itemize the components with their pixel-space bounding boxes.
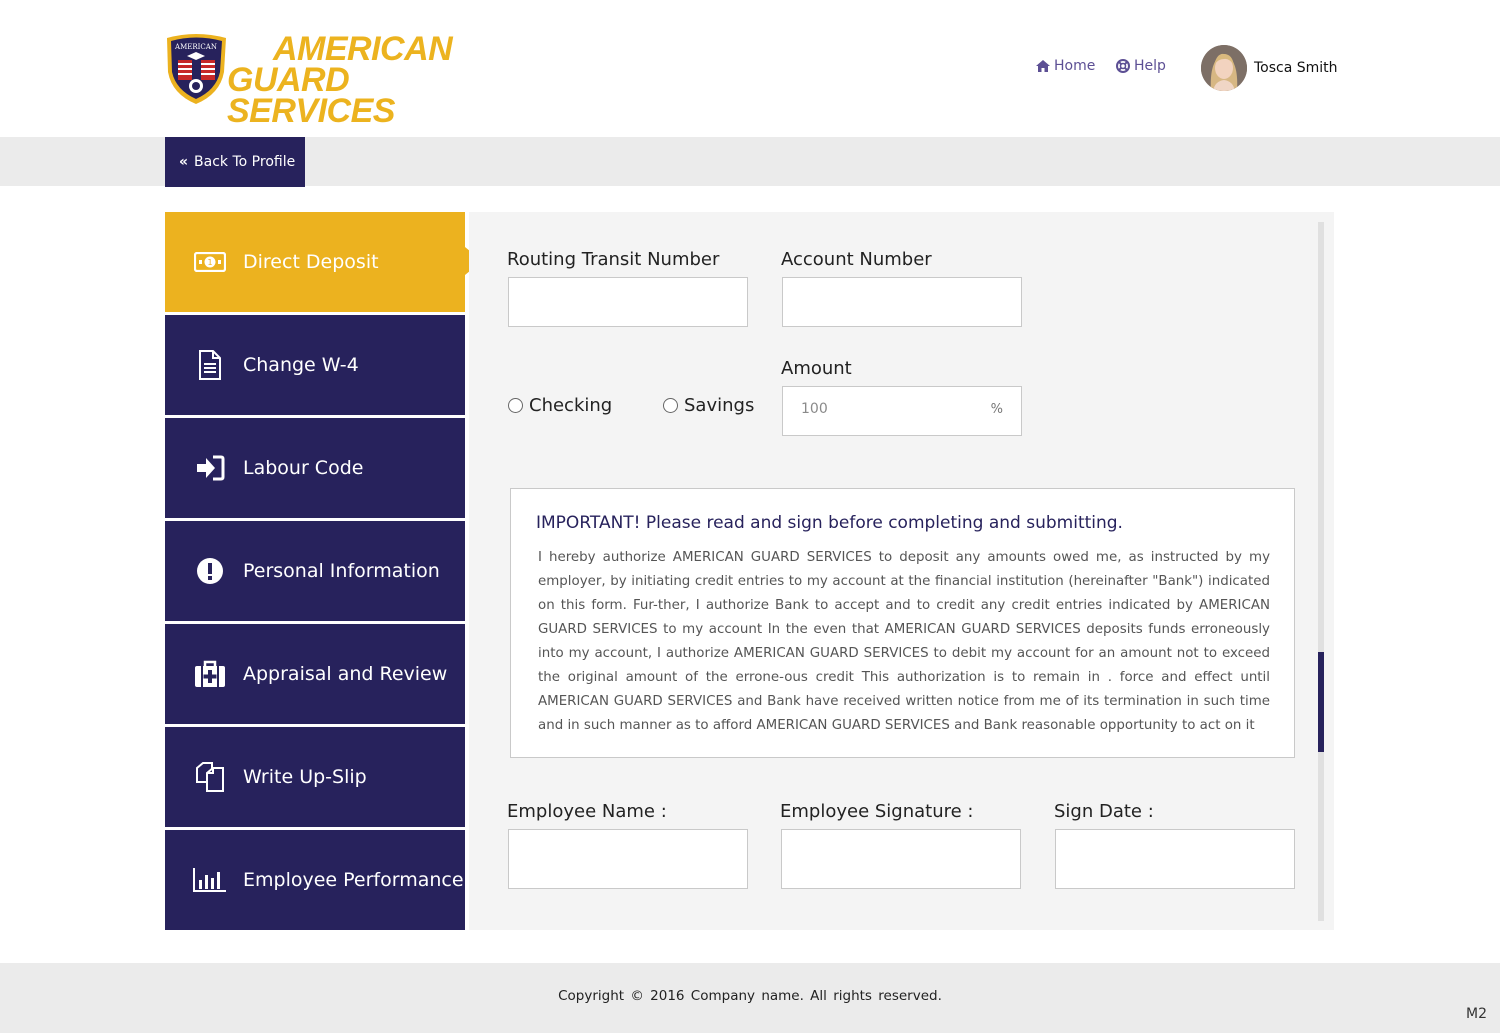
- sidebar-item-label: Personal Information: [243, 560, 440, 582]
- savings-label: Savings: [684, 395, 755, 416]
- routing-number-label: Routing Transit Number: [507, 249, 720, 270]
- sidebar-item-label: Change W-4: [243, 354, 359, 376]
- percent-unit: %: [990, 402, 1003, 417]
- money-icon: 1: [193, 245, 227, 279]
- copy-icon: [193, 760, 227, 794]
- checking-label: Checking: [529, 395, 613, 416]
- sidebar-item-labour-code[interactable]: Labour Code: [165, 418, 465, 518]
- notice-title: IMPORTANT! Please read and sign before c…: [536, 513, 1123, 533]
- employee-name-input[interactable]: [508, 829, 748, 889]
- sidebar-item-direct-deposit[interactable]: 1 Direct Deposit: [165, 212, 482, 312]
- savings-radio[interactable]: Savings: [663, 395, 754, 416]
- page-mark: M2: [1466, 1006, 1487, 1022]
- sidebar-item-label: Employee Performance: [243, 869, 464, 891]
- sign-date-label: Sign Date :: [1054, 801, 1154, 822]
- sidebar-item-label: Write Up-Slip: [243, 766, 367, 788]
- document-icon: [193, 348, 227, 382]
- scrollbar-track[interactable]: [1318, 222, 1324, 921]
- nav-home-label: Home: [1054, 58, 1096, 74]
- sign-in-icon: [193, 451, 227, 485]
- sidebar-item-personal-information[interactable]: Personal Information: [165, 521, 465, 621]
- bar-chart-icon: [193, 863, 227, 897]
- user-name: Tosca Smith: [1254, 60, 1338, 76]
- sidebar-item-change-w4[interactable]: Change W-4: [165, 315, 465, 415]
- avatar[interactable]: [1201, 45, 1247, 91]
- account-number-label: Account Number: [781, 249, 932, 270]
- sign-date-input[interactable]: [1055, 829, 1295, 889]
- back-to-profile-label: Back To Profile: [194, 154, 296, 170]
- svg-text:AMERICAN: AMERICAN: [174, 43, 217, 51]
- nav-home-link[interactable]: Home: [1036, 58, 1095, 74]
- exclamation-icon: [193, 554, 227, 588]
- sidebar-item-label: Appraisal and Review: [243, 663, 448, 685]
- nav-help-link[interactable]: Help: [1116, 58, 1166, 74]
- life-ring-icon: [1116, 59, 1130, 73]
- sidebar-item-label: Direct Deposit: [243, 251, 379, 273]
- sidebar-item-write-up-slip[interactable]: Write Up-Slip: [165, 727, 465, 827]
- brand-name: AMERICAN GUARD SERVICES: [227, 30, 453, 130]
- sidebar-item-label: Labour Code: [243, 457, 364, 479]
- notice-body: I hereby authorize AMERICAN GUARD SERVIC…: [538, 550, 1270, 733]
- authorization-notice: IMPORTANT! Please read and sign before c…: [510, 488, 1295, 758]
- radio-circle[interactable]: [508, 398, 523, 413]
- employee-signature-input[interactable]: [781, 829, 1021, 889]
- sidebar-item-employee-performance[interactable]: Employee Performance: [165, 830, 465, 930]
- nav-help-label: Help: [1134, 58, 1166, 74]
- radio-circle[interactable]: [663, 398, 678, 413]
- account-number-input[interactable]: [782, 277, 1022, 327]
- double-chevron-left-icon: «: [179, 154, 189, 170]
- shield-logo-icon: AMERICAN: [167, 34, 226, 104]
- user-photo-icon: [1201, 45, 1247, 91]
- copyright-text: Copyright © 2016 Company name. All right…: [558, 988, 942, 1004]
- amount-value: 100: [801, 401, 828, 417]
- routing-number-input[interactable]: [508, 277, 748, 327]
- home-icon: [1036, 60, 1050, 72]
- amount-label: Amount: [781, 358, 852, 379]
- user-menu[interactable]: Tosca Smith: [1201, 45, 1338, 91]
- employee-name-label: Employee Name :: [507, 801, 667, 822]
- employee-signature-label: Employee Signature :: [780, 801, 974, 822]
- medkit-icon: [193, 657, 227, 691]
- amount-input[interactable]: 100 %: [782, 386, 1022, 436]
- svg-text:1: 1: [207, 258, 212, 267]
- company-logo[interactable]: AMERICAN AMERICAN GUARD SERVICES: [165, 32, 515, 128]
- scrollbar-thumb[interactable]: [1318, 652, 1324, 752]
- checking-radio[interactable]: Checking: [508, 395, 612, 416]
- sidebar-item-appraisal-review[interactable]: Appraisal and Review: [165, 624, 465, 724]
- header: AMERICAN AMERICAN GUARD SERVICES Home He…: [0, 0, 1500, 137]
- back-to-profile-button[interactable]: « Back To Profile: [165, 137, 305, 187]
